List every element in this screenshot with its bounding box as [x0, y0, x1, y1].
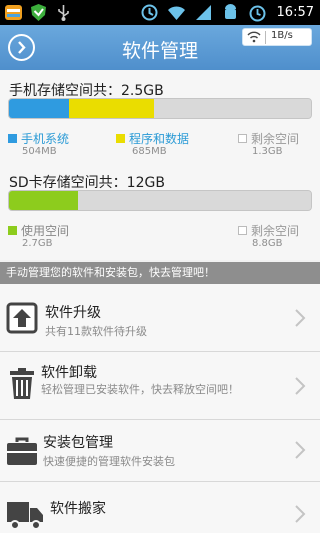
menu-item-title: 安装包管理: [43, 435, 113, 451]
menu-item-subtitle: 轻松管理已安装软件，快去释放空间吧！: [41, 383, 239, 396]
phone-storage-bar: [8, 98, 312, 119]
usage-segment: [78, 191, 311, 210]
sd-storage-bar: [8, 190, 312, 211]
menu-item-uninstall[interactable]: 软件卸载 轻松管理已安装软件，快去释放空间吧！: [0, 352, 320, 420]
legend-size: 2.7GB: [22, 238, 53, 249]
wifi-icon: [167, 6, 185, 21]
toolbox-icon: [7, 437, 37, 465]
legend-size: 8.8GB: [252, 238, 283, 249]
usage-segment: [9, 191, 79, 210]
android-icon: [224, 4, 236, 19]
chevron-right-icon: [295, 377, 306, 395]
legend-apps: 程序和数据 685MB: [116, 130, 190, 157]
usb-icon: [58, 5, 69, 21]
badge-divider: [265, 31, 266, 44]
chevron-right-icon: [295, 505, 306, 523]
alarm-icon: [249, 5, 266, 22]
menu-item-title: 软件升级: [45, 305, 101, 321]
legend-swatch: [8, 226, 17, 235]
legend-swatch: [238, 134, 247, 143]
menu-item-title: 软件卸载: [41, 365, 97, 381]
wifi-icon: [247, 31, 261, 43]
menu-item-package-manager[interactable]: 安装包管理 快速便捷的管理软件安装包: [0, 420, 320, 482]
status-time: 16:57: [276, 5, 314, 20]
menu-item-title: 软件搬家: [50, 501, 106, 517]
app-header: 软件管理 1B/s: [0, 25, 320, 70]
legend-system: 手机系统 504MB: [8, 130, 70, 157]
truck-icon: [7, 502, 43, 530]
shield-icon: [31, 4, 46, 21]
upgrade-icon: [6, 302, 38, 334]
phone-storage-title: 手机存储空间共：2.5GB: [9, 83, 164, 99]
usage-segment: [69, 99, 154, 118]
menu-item-subtitle: 快速便捷的管理软件安装包: [43, 455, 175, 468]
signal-icon: [195, 5, 211, 20]
legend-size: 685MB: [132, 146, 167, 157]
status-bar: 16:57: [0, 0, 320, 25]
network-speed-badge: 1B/s: [242, 28, 312, 46]
menu-item-subtitle: 共有11款软件待升级: [45, 325, 147, 338]
usage-segment: [9, 99, 70, 118]
chevron-right-icon: [295, 441, 306, 459]
storage-panel: 手机存储空间共：2.5GB 手机系统 504MB 程序和数据 685MB 剩余空…: [0, 70, 320, 260]
legend-used: 使用空间 2.7GB: [8, 222, 70, 249]
legend-label: 剩余空间: [251, 224, 300, 238]
trash-icon: [10, 368, 34, 399]
usage-segment: [153, 99, 311, 118]
sd-storage-title: SD卡存储空间共：12GB: [9, 175, 165, 191]
menu-item-app-move[interactable]: 软件搬家: [0, 482, 320, 533]
legend-label: 程序和数据: [129, 132, 190, 146]
app-launcher-icon: [5, 5, 22, 20]
menu-list: 软件升级 共有11款软件待升级 软件卸载 轻松管理已安装软件，快去释放空间吧！ …: [0, 284, 320, 533]
chevron-right-icon: [295, 309, 306, 327]
legend-swatch: [8, 134, 17, 143]
legend-label: 使用空间: [21, 224, 70, 238]
menu-item-upgrade[interactable]: 软件升级 共有11款软件待升级: [0, 284, 320, 352]
legend-swatch: [238, 226, 247, 235]
legend-size: 504MB: [22, 146, 57, 157]
legend-label: 手机系统: [21, 132, 70, 146]
manage-tip: 手动管理您的软件和安装包，快去管理吧！: [0, 262, 320, 284]
sync-icon: [141, 4, 158, 21]
legend-label: 剩余空间: [251, 132, 300, 146]
legend-swatch: [116, 134, 125, 143]
legend-sd-free: 剩余空间 8.8GB: [238, 222, 300, 249]
legend-free: 剩余空间 1.3GB: [238, 130, 300, 157]
speed-value: 1B/s: [271, 30, 293, 41]
legend-size: 1.3GB: [252, 146, 283, 157]
